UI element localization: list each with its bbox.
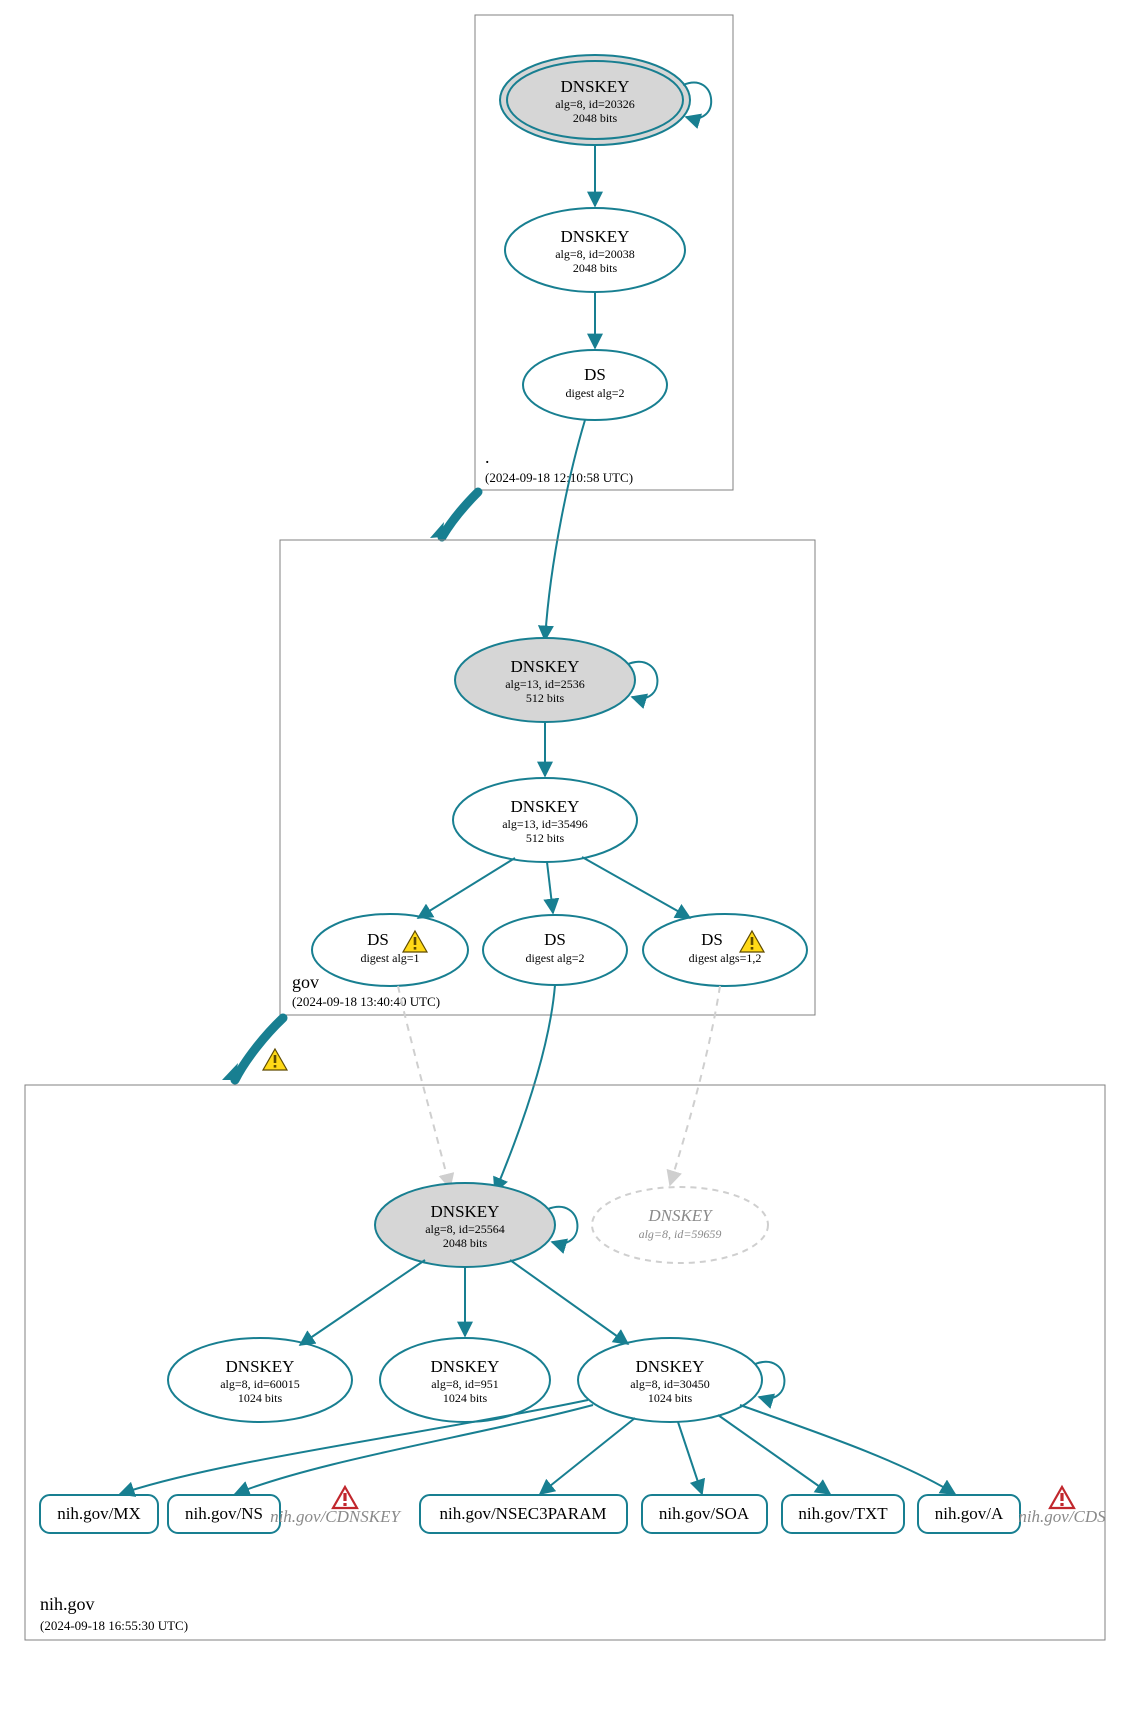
svg-text:1024 bits: 1024 bits [648,1391,693,1405]
rrset-cds: nih.gov/CDS [1018,1487,1106,1526]
svg-text:DNSKEY: DNSKEY [511,797,580,816]
edge-z3-to-mx [120,1400,588,1494]
svg-text:DNSKEY: DNSKEY [511,657,580,676]
svg-text:digest alg=1: digest alg=1 [360,951,419,965]
gov-ds2-node: DS digest alg=2 [483,915,627,985]
edge-gov-ds1-to-nih-ksk [398,986,450,1188]
svg-text:alg=8, id=30450: alg=8, id=30450 [630,1377,710,1391]
edge-nih-ksk-to-z3 [510,1260,628,1344]
zone-gov-name: gov [292,972,319,992]
edge-gov-zsk-to-ds1 [418,858,515,918]
svg-text:DNSKEY: DNSKEY [561,227,630,246]
svg-text:DNSKEY: DNSKEY [636,1357,705,1376]
svg-text:nih.gov/A: nih.gov/A [935,1504,1004,1523]
svg-text:2048 bits: 2048 bits [443,1236,488,1250]
edge-z3-to-a [740,1405,955,1494]
rrset-mx: nih.gov/MX [40,1495,158,1533]
svg-text:512 bits: 512 bits [526,831,565,845]
delegation-root-to-gov [442,492,478,537]
gov-ds1-node: DS digest alg=1 [312,914,468,986]
edge-nih-ksk-to-z1 [300,1260,425,1345]
rrset-nsec3param: nih.gov/NSEC3PARAM [420,1495,627,1533]
svg-text:alg=13, id=2536: alg=13, id=2536 [505,677,585,691]
dnssec-auth-graph: . (2024-09-18 12:10:58 UTC) DNSKEY alg=8… [0,0,1131,1711]
svg-text:DS: DS [544,930,566,949]
edge-gov-zsk-to-ds3 [582,857,690,918]
svg-text:nih.gov/CDNSKEY: nih.gov/CDNSKEY [270,1507,401,1526]
svg-text:nih.gov/SOA: nih.gov/SOA [659,1504,750,1523]
error-icon [1050,1487,1074,1508]
gov-zsk-node: DNSKEY alg=13, id=35496 512 bits [453,778,637,862]
root-ksk-node: DNSKEY alg=8, id=20326 2048 bits [500,55,711,145]
rrset-cdnskey: nih.gov/CDNSKEY [270,1487,401,1526]
gov-ksk-node: DNSKEY alg=13, id=2536 512 bits [455,638,657,722]
svg-text:nih.gov/CDS: nih.gov/CDS [1018,1507,1106,1526]
svg-text:alg=8, id=951: alg=8, id=951 [431,1377,499,1391]
zone-root-name: . [485,447,490,467]
error-icon [333,1487,357,1508]
rrset-txt: nih.gov/TXT [782,1495,904,1533]
svg-text:alg=8, id=20038: alg=8, id=20038 [555,247,635,261]
svg-text:alg=8, id=60015: alg=8, id=60015 [220,1377,300,1391]
svg-text:alg=13, id=35496: alg=13, id=35496 [502,817,588,831]
svg-text:512 bits: 512 bits [526,691,565,705]
nih-zsk1-node: DNSKEY alg=8, id=60015 1024 bits [168,1338,352,1422]
svg-text:DS: DS [701,930,723,949]
nih-ghost-dnskey-node: DNSKEY alg=8, id=59659 [592,1187,768,1263]
root-zsk-node: DNSKEY alg=8, id=20038 2048 bits [505,208,685,292]
svg-text:2048 bits: 2048 bits [573,261,618,275]
svg-text:nih.gov/TXT: nih.gov/TXT [798,1504,888,1523]
svg-text:digest alg=2: digest alg=2 [525,951,584,965]
svg-text:DNSKEY: DNSKEY [647,1206,713,1225]
zone-nih: nih.gov (2024-09-18 16:55:30 UTC) DNSKEY… [25,1085,1106,1640]
rrset-soa: nih.gov/SOA [642,1495,767,1533]
edge-z3-to-txt [718,1415,830,1494]
svg-text:DS: DS [584,365,606,384]
gov-ds3-node: DS digest algs=1,2 [643,914,807,986]
svg-text:DNSKEY: DNSKEY [226,1357,295,1376]
svg-text:nih.gov/NS: nih.gov/NS [185,1504,263,1523]
zone-root: . (2024-09-18 12:10:58 UTC) DNSKEY alg=8… [475,15,733,490]
svg-text:1024 bits: 1024 bits [443,1391,488,1405]
edge-z3-to-n3p [540,1418,635,1494]
svg-text:DNSKEY: DNSKEY [431,1357,500,1376]
nih-ksk-node: DNSKEY alg=8, id=25564 2048 bits [375,1183,577,1267]
root-ds-node: DS digest alg=2 [523,350,667,420]
edge-root-ds-to-gov-ksk [545,420,585,640]
svg-text:DS: DS [367,930,389,949]
svg-text:alg=8, id=25564: alg=8, id=25564 [425,1222,505,1236]
svg-text:alg=8, id=20326: alg=8, id=20326 [555,97,635,111]
svg-text:nih.gov/NSEC3PARAM: nih.gov/NSEC3PARAM [439,1504,606,1523]
svg-text:digest alg=2: digest alg=2 [565,386,624,400]
svg-text:DNSKEY: DNSKEY [431,1202,500,1221]
rrset-ns: nih.gov/NS [168,1495,280,1533]
rrset-a: nih.gov/A [918,1495,1020,1533]
svg-text:DNSKEY: DNSKEY [561,77,630,96]
warning-icon [263,1049,287,1070]
svg-text:1024 bits: 1024 bits [238,1391,283,1405]
svg-text:digest algs=1,2: digest algs=1,2 [689,951,762,965]
svg-text:nih.gov/MX: nih.gov/MX [57,1504,141,1523]
svg-text:2048 bits: 2048 bits [573,111,618,125]
zone-nih-timestamp: (2024-09-18 16:55:30 UTC) [40,1618,188,1633]
edge-z3-to-soa [678,1422,702,1494]
edge-gov-zsk-to-ds2 [547,862,553,913]
delegation-gov-to-nih [235,1018,283,1080]
edge-gov-ds2-to-nih-ksk [495,985,555,1192]
zone-nih-name: nih.gov [40,1594,95,1614]
zone-gov-timestamp: (2024-09-18 13:40:40 UTC) [292,994,440,1009]
svg-text:alg=8, id=59659: alg=8, id=59659 [639,1227,722,1241]
zone-root-timestamp: (2024-09-18 12:10:58 UTC) [485,470,633,485]
nih-zsk2-node: DNSKEY alg=8, id=951 1024 bits [380,1338,550,1422]
